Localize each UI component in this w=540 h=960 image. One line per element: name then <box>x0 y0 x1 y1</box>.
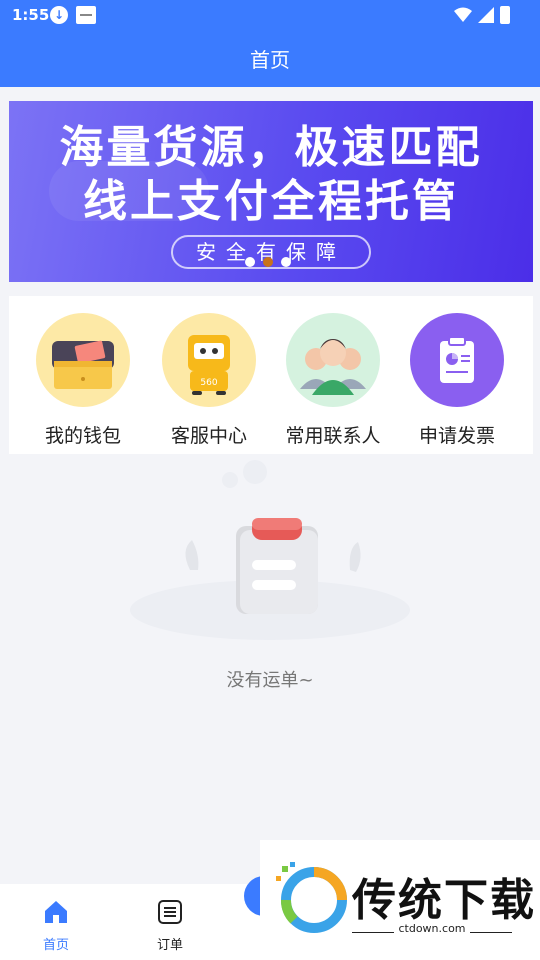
action-service[interactable]: 560 客服中心 <box>149 313 269 448</box>
empty-clipboard-icon <box>120 460 420 640</box>
banner-pagination <box>245 257 291 267</box>
action-label: 我的钱包 <box>44 425 121 447</box>
watermark-brand: 传统下载 <box>352 875 536 926</box>
promo-banner[interactable]: 海量货源，极速匹配 线上支付全程托管 安全有保障 <box>9 101 533 282</box>
tab-label: 订单 <box>156 938 183 953</box>
app-notification-icon <box>76 6 96 24</box>
wifi-icon <box>454 7 472 22</box>
action-wallet[interactable]: 我的钱包 <box>23 313 143 448</box>
watermark-domain-wrap: ctdown.com <box>352 922 512 935</box>
invoice-icon <box>410 313 504 407</box>
banner-dot-active[interactable] <box>263 257 273 267</box>
tab-orders[interactable]: 订单 <box>140 898 200 953</box>
banner-dot[interactable] <box>281 257 291 267</box>
watermark: 传统下载 ctdown.com <box>260 840 540 960</box>
contacts-icon <box>286 313 380 407</box>
screen: 1:55 ↓ 首页 海量货源，极速匹配 线上支付全程托管 安全有保障 我的钱包 … <box>0 0 540 960</box>
svg-text:560: 560 <box>200 378 217 388</box>
watermark-logo-icon <box>276 862 347 933</box>
battery-icon <box>500 6 510 24</box>
app-header: 1:55 ↓ 首页 <box>0 0 540 87</box>
tab-label: 首页 <box>42 938 69 953</box>
action-label: 申请发票 <box>418 425 495 447</box>
action-label: 客服中心 <box>170 425 247 447</box>
home-icon <box>45 901 67 923</box>
watermark-domain: ctdown.com <box>394 922 470 935</box>
quick-actions: 我的钱包 560 客服中心 常用联系人 申请发票 <box>9 296 533 454</box>
page-title: 首页 <box>250 48 290 72</box>
tab-home[interactable]: 首页 <box>26 898 86 953</box>
wallet-icon <box>36 313 130 407</box>
service-robot-icon: 560 <box>162 313 256 407</box>
banner-line-2: 线上支付全程托管 <box>83 176 459 227</box>
download-notification-icon: ↓ <box>50 6 68 24</box>
banner-dot[interactable] <box>245 257 255 267</box>
status-time: 1:55 <box>12 6 50 24</box>
empty-state-text: 没有运单~ <box>226 670 314 691</box>
action-invoice[interactable]: 申请发票 <box>397 313 517 448</box>
status-bar: 1:55 ↓ <box>0 0 540 32</box>
signal-icon <box>478 7 494 23</box>
status-icons <box>454 6 510 24</box>
action-label: 常用联系人 <box>285 425 381 447</box>
action-contacts[interactable]: 常用联系人 <box>273 313 393 448</box>
order-list-icon <box>158 900 182 924</box>
